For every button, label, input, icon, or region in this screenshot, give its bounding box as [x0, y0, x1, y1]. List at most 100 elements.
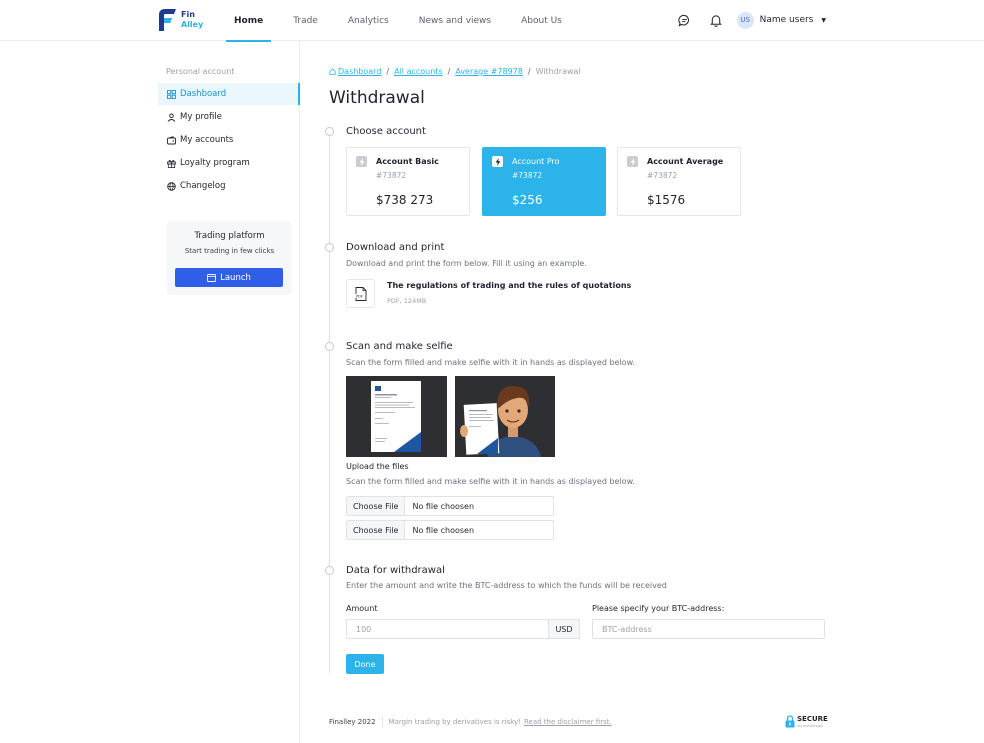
currency-suffix: USD	[548, 619, 580, 639]
launch-button[interactable]: Launch	[175, 268, 283, 287]
step-marker	[325, 342, 334, 351]
upload-files-subtitle: Scan the form filled and make selfie wit…	[346, 477, 635, 486]
file-input[interactable]: Choose File No file choosen	[346, 520, 554, 540]
step-download-title: Download and print	[346, 242, 445, 253]
logo[interactable]: Fin Alley	[157, 7, 203, 33]
lightning-icon	[627, 156, 638, 167]
bell-icon[interactable]	[706, 10, 726, 30]
sidebar-item-loyalty-program[interactable]: Loyalty program	[158, 152, 300, 174]
globe-icon	[166, 181, 176, 191]
step-marker	[325, 243, 334, 252]
step-withdrawal-data-subtitle: Enter the amount and write the BTC-addre…	[346, 581, 667, 590]
sidebar-heading: Personal account	[166, 67, 235, 76]
disclaimer-link[interactable]: Read the disclaimer first.	[524, 718, 612, 726]
trading-platform-subtitle: Start trading in few clicks	[184, 247, 275, 255]
done-button[interactable]: Done	[346, 654, 384, 674]
file-status: No file choosen	[412, 525, 475, 535]
nav-trade[interactable]: Trade	[285, 0, 326, 41]
lock-icon	[785, 715, 795, 731]
step-marker	[325, 566, 334, 575]
step-download-subtitle: Download and print the form below. Fill …	[346, 259, 587, 268]
account-balance: $256	[512, 193, 543, 207]
choose-file-button[interactable]: Choose File	[347, 521, 406, 539]
btc-address-input[interactable]: BTC-address	[592, 619, 825, 639]
pdf-file-icon[interactable]: PDF	[346, 279, 375, 308]
wallet-icon	[166, 135, 176, 145]
account-card-pro[interactable]: Account Pro #73872 $256	[482, 147, 606, 216]
account-card-basic[interactable]: Account Basic #73872 $738 273	[346, 147, 470, 216]
user-area: US Name users ▼	[664, 10, 826, 30]
sidebar-item-label: Loyalty program	[180, 158, 250, 168]
form-example-image	[346, 376, 447, 457]
avatar[interactable]: US	[736, 11, 754, 29]
svg-text:PDF: PDF	[356, 294, 363, 298]
trading-platform-card: Trading platform Start trading in few cl…	[167, 221, 292, 295]
footer: Finalley 2022 Margin trading by derivati…	[329, 717, 612, 727]
breadcrumb-current: Withdrawal	[535, 67, 581, 76]
trading-platform-title: Trading platform	[194, 231, 265, 241]
document-title[interactable]: The regulations of trading and the rules…	[387, 281, 631, 290]
sidebar-item-label: Changelog	[180, 181, 226, 191]
chat-icon[interactable]	[675, 10, 695, 30]
document-meta: PDF, 124MB	[387, 297, 427, 305]
logo-text-alley: Alley	[181, 20, 204, 29]
main-nav: Home Trade Analytics News and views Abou…	[226, 0, 584, 42]
nav-analytics[interactable]: Analytics	[340, 0, 397, 41]
account-name: Account Average	[647, 157, 724, 166]
sidebar-item-changelog[interactable]: Changelog	[158, 175, 300, 197]
gift-icon	[166, 158, 176, 168]
lightning-icon	[492, 156, 503, 167]
secure-label: SECURE	[797, 715, 828, 723]
account-balance: $1576	[647, 193, 686, 207]
amount-label: Amount	[346, 604, 378, 613]
account-number: #73872	[512, 171, 543, 180]
footer-warning: Margin trading by derivatives is risky!	[388, 718, 521, 726]
home-icon	[329, 68, 336, 75]
logo-icon	[157, 7, 177, 33]
nav-home[interactable]: Home	[226, 0, 272, 42]
amount-input[interactable]: 100	[346, 619, 549, 639]
steps-timeline	[329, 131, 330, 673]
account-name: Account Basic	[376, 157, 439, 166]
account-name: Account Pro	[512, 157, 560, 166]
step-scan-title: Scan and make selfie	[346, 341, 453, 352]
secure-badge: SECURE SSL ENCRYPTION	[785, 715, 828, 731]
file-status: No file choosen	[412, 501, 475, 511]
selfie-example-image	[455, 376, 555, 457]
breadcrumb-all-accounts[interactable]: All accounts	[394, 67, 443, 76]
lightning-icon	[356, 156, 367, 167]
dashboard-icon	[166, 89, 176, 99]
sidebar-item-dashboard[interactable]: Dashboard	[158, 83, 300, 105]
sidebar-item-my-accounts[interactable]: My accounts	[158, 129, 300, 151]
breadcrumb-dashboard[interactable]: Dashboard	[338, 67, 381, 76]
account-card-average[interactable]: Account Average #73872 $1576	[617, 147, 741, 216]
nav-about-us[interactable]: About Us	[513, 0, 570, 41]
footer-brand: Finalley 2022	[329, 718, 376, 726]
user-icon	[166, 112, 176, 122]
file-input[interactable]: Choose File No file choosen	[346, 496, 554, 516]
nav-news-and-views[interactable]: News and views	[411, 0, 499, 41]
account-number: #73872	[376, 171, 407, 180]
account-number: #73872	[647, 171, 678, 180]
sidebar-item-label: My profile	[180, 112, 222, 122]
launch-button-label: Launch	[220, 272, 251, 283]
page-title: Withdrawal	[329, 88, 425, 108]
btc-address-label: Please specify your BTC-address:	[592, 604, 725, 613]
secure-sublabel: SSL ENCRYPTION	[797, 724, 823, 728]
window-icon	[207, 273, 217, 282]
breadcrumb: Dashboard / All accounts / Average #7897…	[329, 67, 581, 76]
step-marker	[325, 127, 334, 136]
sidebar-item-label: My accounts	[180, 135, 234, 145]
choose-file-button[interactable]: Choose File	[347, 497, 406, 515]
account-balance: $738 273	[376, 193, 434, 207]
breadcrumb-average-account[interactable]: Average #78978	[455, 67, 523, 76]
chevron-down-icon[interactable]: ▼	[821, 17, 826, 24]
step-choose-account-title: Choose account	[346, 126, 426, 137]
top-navbar: Fin Alley Home Trade Analytics News and …	[0, 0, 984, 42]
sidebar: Personal account Dashboard My profile My…	[0, 41, 300, 743]
sidebar-menu: Dashboard My profile My accounts Loyalty…	[158, 83, 300, 198]
sidebar-item-label: Dashboard	[180, 89, 227, 99]
user-name[interactable]: Name users	[760, 15, 814, 25]
sidebar-item-my-profile[interactable]: My profile	[158, 106, 300, 128]
logo-text-fin: Fin	[181, 10, 195, 19]
